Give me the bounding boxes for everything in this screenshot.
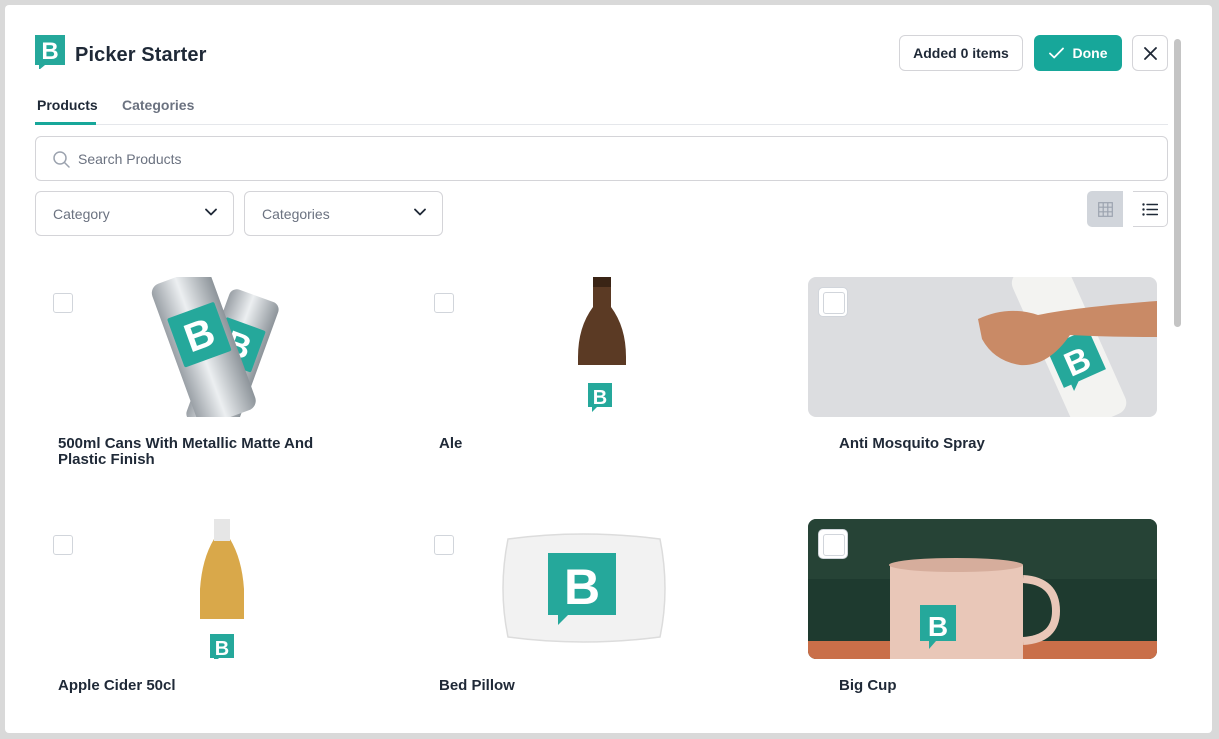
product-image-ale: B xyxy=(408,277,757,417)
categories-select-label: Categories xyxy=(262,206,330,222)
tab-products[interactable]: Products xyxy=(37,96,98,114)
product-image-cans: B B xyxy=(27,277,376,417)
product-checkbox[interactable] xyxy=(53,535,73,555)
added-items-button[interactable]: Added 0 items xyxy=(899,35,1023,71)
grid-icon xyxy=(1097,201,1113,217)
product-image-cider: B xyxy=(27,519,376,659)
close-button[interactable] xyxy=(1132,35,1168,71)
product-checkbox[interactable] xyxy=(434,293,454,313)
grid-view-button[interactable] xyxy=(1087,191,1123,227)
scrollbar[interactable] xyxy=(1174,39,1182,733)
enamel-cup-image: B xyxy=(808,519,1157,659)
chevron-down-icon xyxy=(205,208,217,216)
cans-image: B B xyxy=(27,277,376,417)
close-icon xyxy=(1143,46,1157,60)
search-input[interactable] xyxy=(78,137,1138,180)
product-name: Apple Cider 50cl xyxy=(58,677,176,694)
check-icon xyxy=(1048,47,1064,59)
done-label: Done xyxy=(1072,45,1108,61)
product-name: Ale xyxy=(439,435,463,452)
picker-modal: B Picker Starter Added 0 items Done Prod… xyxy=(5,5,1212,733)
pillow-image: B xyxy=(408,519,757,659)
svg-text:B: B xyxy=(41,38,58,65)
search-icon xyxy=(53,151,70,168)
svg-text:B: B xyxy=(593,387,607,409)
product-checkbox[interactable] xyxy=(53,293,73,313)
cider-bottle-image: B xyxy=(27,519,376,659)
tab-bar: Products Categories xyxy=(35,93,1168,125)
svg-text:B: B xyxy=(564,559,600,615)
spray-hand-image: B xyxy=(808,277,1157,417)
category-select[interactable]: Category xyxy=(35,191,234,236)
page-title: Picker Starter xyxy=(75,44,207,66)
product-image-pillow: B xyxy=(408,519,757,659)
product-image-spray: B xyxy=(808,277,1157,417)
product-checkbox[interactable] xyxy=(818,287,848,317)
search-box xyxy=(35,136,1168,181)
svg-text:B: B xyxy=(928,611,948,642)
chevron-down-icon xyxy=(414,208,426,216)
scrollbar-thumb[interactable] xyxy=(1174,39,1181,327)
product-checkbox[interactable] xyxy=(434,535,454,555)
list-view-button[interactable] xyxy=(1133,191,1168,227)
active-tab-indicator xyxy=(35,122,96,125)
done-button[interactable]: Done xyxy=(1034,35,1122,71)
product-name: 500ml Cans With Metallic Matte And Plast… xyxy=(58,435,314,468)
product-image-cup: B xyxy=(808,519,1157,659)
categories-select[interactable]: Categories xyxy=(244,191,443,236)
list-icon xyxy=(1142,202,1158,216)
product-name: Anti Mosquito Spray xyxy=(839,435,985,452)
svg-text:B: B xyxy=(215,638,229,659)
brand-logo-icon: B xyxy=(35,35,65,69)
category-select-label: Category xyxy=(53,206,110,222)
tab-categories[interactable]: Categories xyxy=(122,96,194,114)
product-name: Bed Pillow xyxy=(439,677,515,694)
product-name: Big Cup xyxy=(839,677,897,694)
ale-bottle-image: B xyxy=(408,277,757,417)
product-checkbox[interactable] xyxy=(818,529,848,559)
